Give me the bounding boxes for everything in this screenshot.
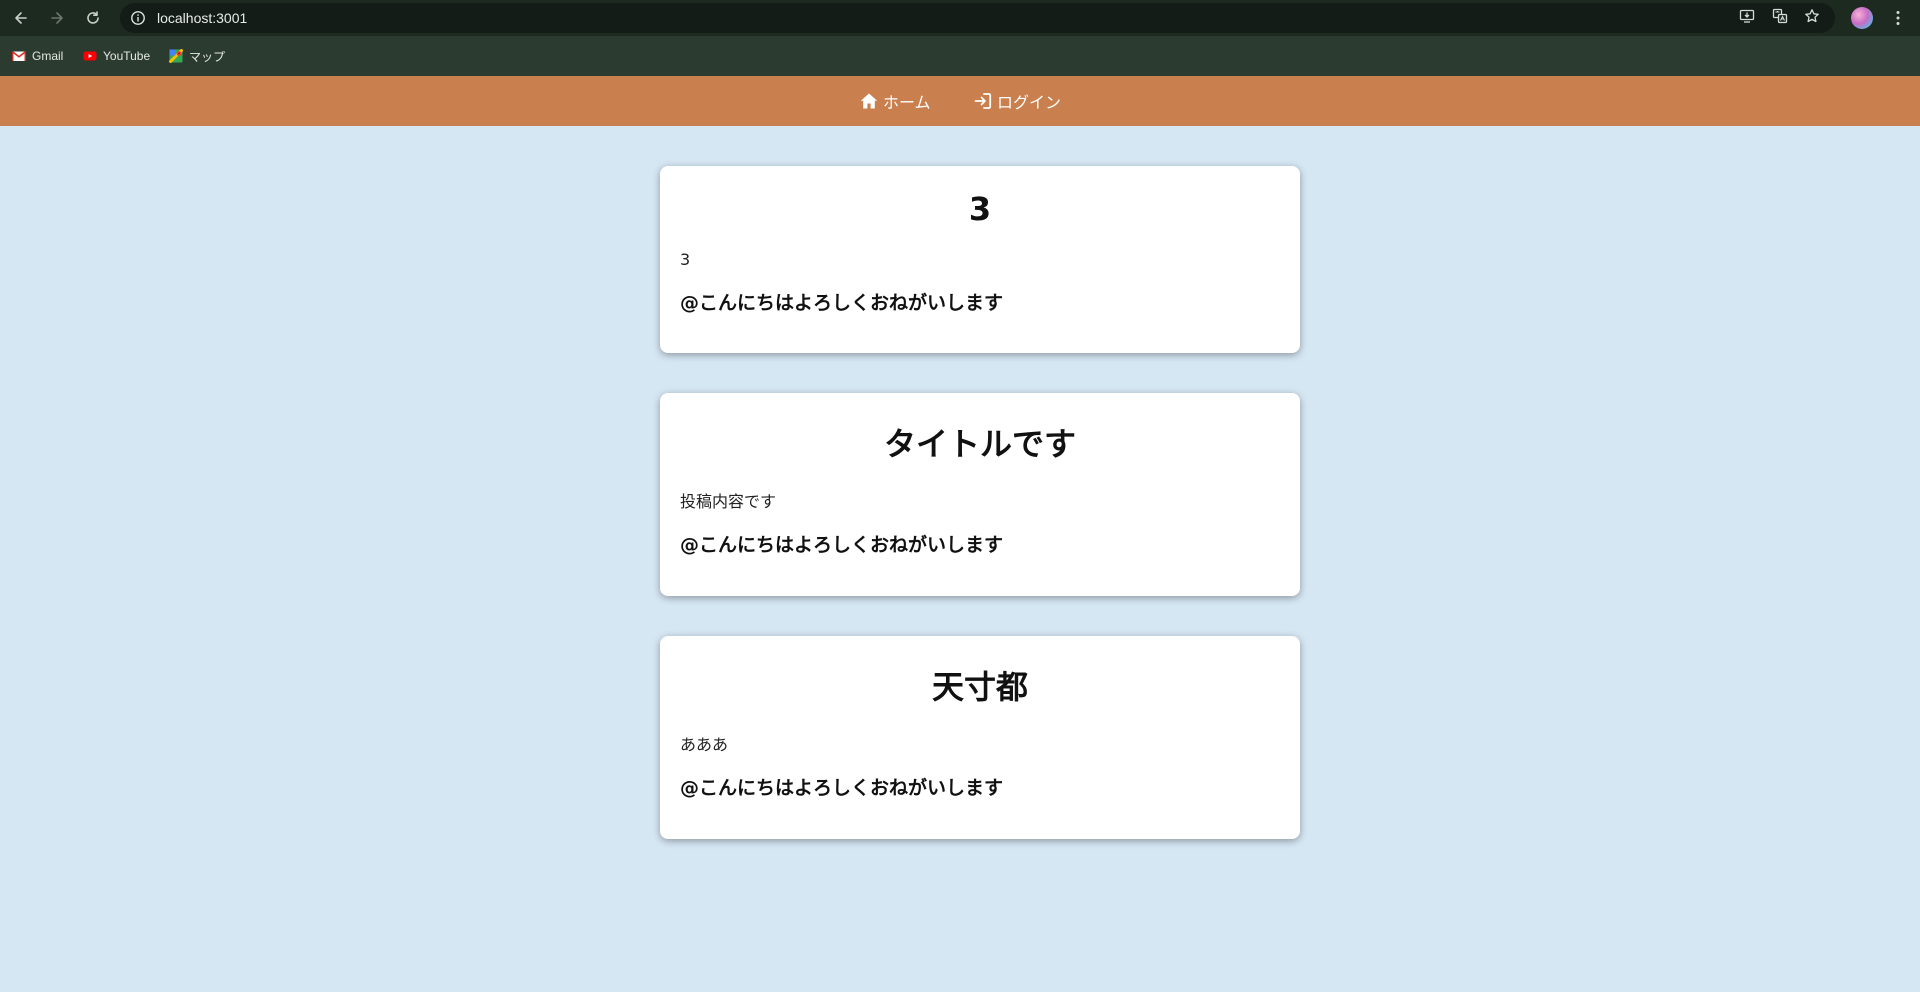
- back-button[interactable]: [9, 6, 33, 30]
- maps-icon: [169, 49, 183, 63]
- reload-button[interactable]: [81, 6, 105, 30]
- post-card[interactable]: 3 3 @こんにちはよろしくおねがいします: [660, 166, 1300, 353]
- more-vertical-icon: [1896, 11, 1900, 25]
- bookmark-star-button[interactable]: [1803, 7, 1821, 25]
- browser-menu-button[interactable]: [1890, 8, 1906, 28]
- reload-icon: [87, 11, 99, 24]
- nav-home-link[interactable]: ホーム: [860, 90, 931, 112]
- post-title: 天寸都: [931, 668, 1028, 706]
- gmail-icon: [12, 49, 26, 63]
- browser-toolbar: localhost:3001: [0, 0, 1920, 36]
- address-bar[interactable]: localhost:3001: [120, 3, 1835, 33]
- bookmark-label: Gmail: [32, 49, 64, 63]
- bookmark-youtube[interactable]: YouTube: [83, 47, 150, 65]
- post-author[interactable]: @こんにちはよろしくおねがいします: [680, 288, 1003, 315]
- post-content: 投稿内容です: [680, 492, 777, 511]
- translate-button[interactable]: [1771, 7, 1789, 25]
- bookmarks-bar: Gmail YouTube マップ: [0, 36, 1920, 76]
- post-content: 3: [680, 250, 691, 269]
- nav-login-link[interactable]: ログイン: [974, 90, 1061, 112]
- nav-login-label: ログイン: [997, 93, 1062, 112]
- post-author[interactable]: @こんにちはよろしくおねがいします: [680, 773, 1003, 800]
- install-app-button[interactable]: [1738, 7, 1756, 25]
- home-icon: [860, 92, 878, 110]
- url-text[interactable]: localhost:3001: [157, 10, 247, 26]
- translate-icon: [1772, 8, 1788, 24]
- post-content: あああ: [680, 735, 729, 754]
- youtube-icon: [83, 49, 97, 63]
- site-header: ホーム ログイン: [0, 76, 1920, 126]
- bookmark-label: マップ: [189, 49, 226, 64]
- nav-home-label: ホーム: [883, 93, 931, 112]
- install-app-icon: [1739, 9, 1755, 23]
- post-title: 3: [968, 190, 992, 228]
- login-icon: [974, 92, 992, 110]
- profile-avatar[interactable]: [1851, 7, 1873, 29]
- post-card[interactable]: 天寸都 あああ @こんにちはよろしくおねがいします: [660, 636, 1300, 839]
- post-card[interactable]: タイトルです 投稿内容です @こんにちはよろしくおねがいします: [660, 393, 1300, 596]
- bookmark-gmail[interactable]: Gmail: [12, 47, 63, 65]
- info-icon[interactable]: [130, 10, 146, 26]
- star-icon: [1805, 9, 1819, 23]
- bookmark-label: YouTube: [103, 49, 151, 63]
- post-author[interactable]: @こんにちはよろしくおねがいします: [680, 530, 1003, 557]
- bookmark-maps[interactable]: マップ: [169, 47, 225, 65]
- arrow-right-icon: [51, 12, 63, 24]
- post-title: タイトルです: [883, 425, 1076, 463]
- forward-button[interactable]: [45, 6, 69, 30]
- arrow-left-icon: [15, 12, 27, 24]
